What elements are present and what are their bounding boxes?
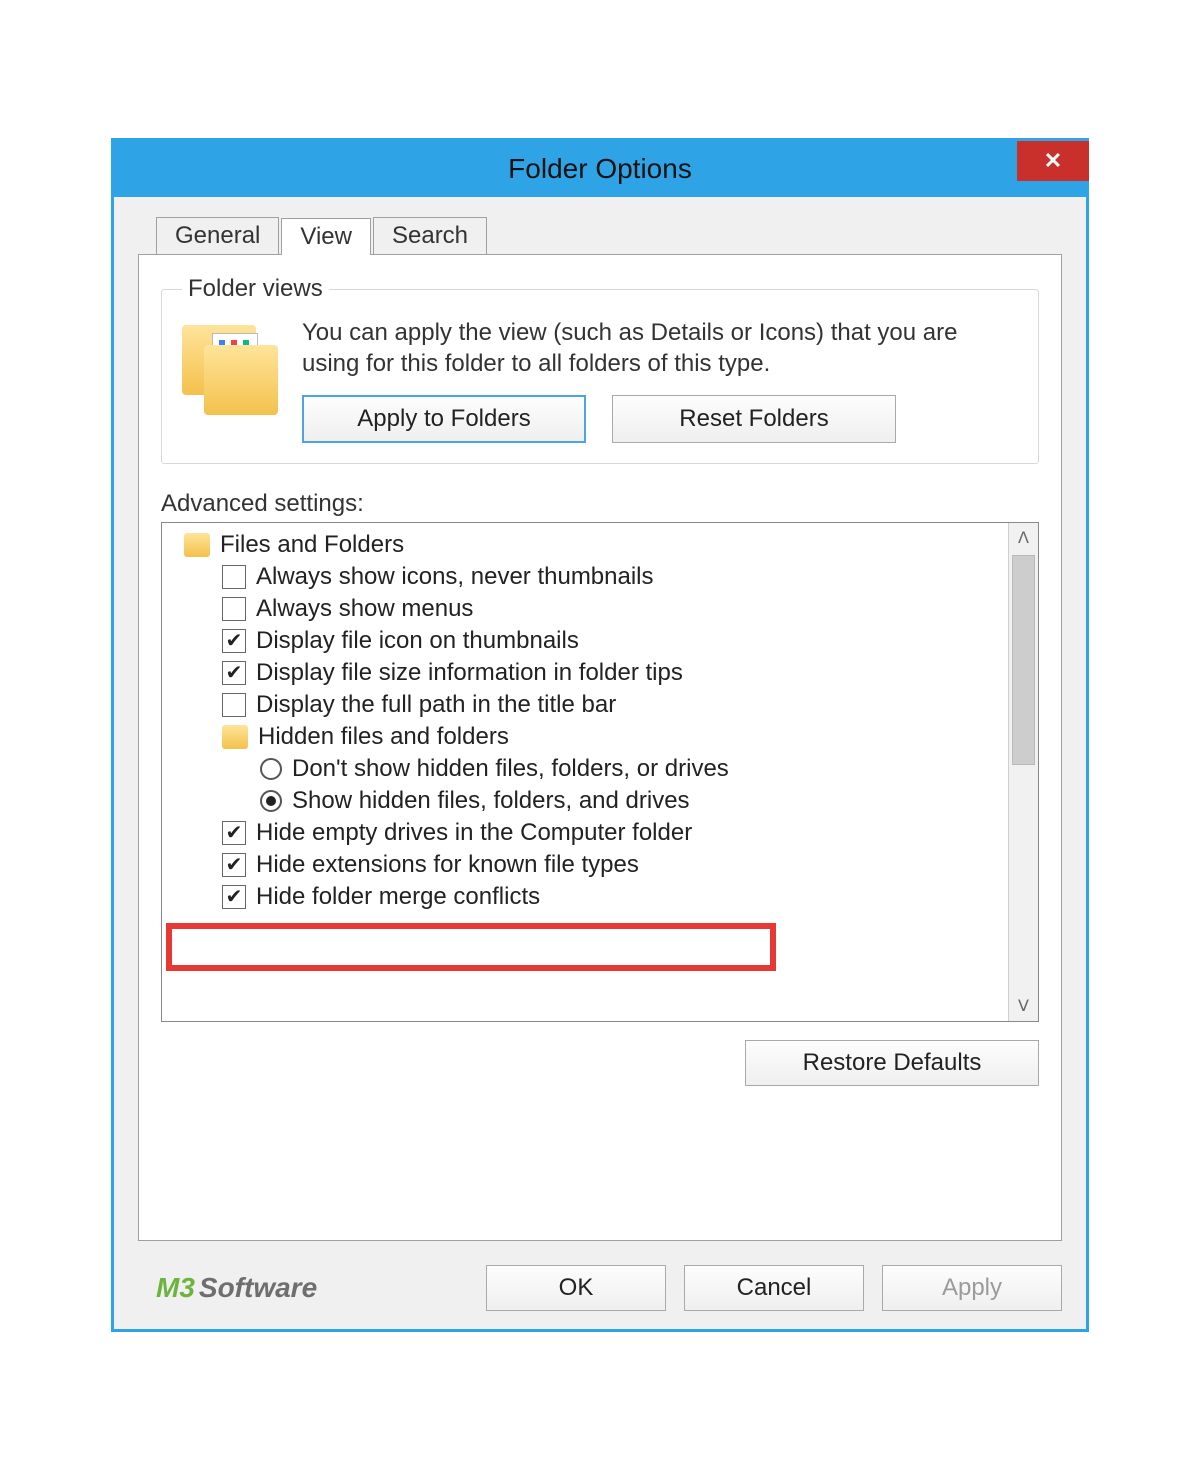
checkbox-unchecked-icon[interactable]	[222, 565, 246, 589]
option-display-file-size[interactable]: ✔ Display file size information in folde…	[166, 657, 1004, 689]
folders-icon	[182, 321, 282, 421]
tree-label: Display file size information in folder …	[256, 659, 683, 687]
window-title: Folder Options	[508, 153, 692, 185]
option-show-hidden[interactable]: Show hidden files, folders, and drives	[166, 785, 1004, 817]
tab-strip: General View Search	[156, 217, 1062, 254]
tree-root-files-folders: Files and Folders	[166, 529, 1004, 561]
advanced-settings-label: Advanced settings:	[161, 490, 1039, 518]
cancel-button[interactable]: Cancel	[684, 1265, 864, 1311]
scroll-up-icon[interactable]: ᐱ	[1009, 523, 1038, 553]
tree-label: Hide folder merge conflicts	[256, 883, 540, 911]
tab-general[interactable]: General	[156, 217, 279, 254]
apply-to-folders-button[interactable]: Apply to Folders	[302, 395, 586, 443]
checkbox-unchecked-icon[interactable]	[222, 693, 246, 717]
checkbox-checked-icon[interactable]: ✔	[222, 661, 246, 685]
folder-icon	[184, 533, 210, 557]
folder-views-group: Folder views You can apply the view (suc…	[161, 275, 1039, 464]
reset-folders-button[interactable]: Reset Folders	[612, 395, 896, 443]
tree-label: Display the full path in the title bar	[256, 691, 616, 719]
tree-label: Files and Folders	[220, 531, 404, 559]
checkbox-unchecked-icon[interactable]	[222, 597, 246, 621]
title-bar: Folder Options ✕	[114, 141, 1086, 197]
option-always-icons[interactable]: Always show icons, never thumbnails	[166, 561, 1004, 593]
option-dont-show-hidden[interactable]: Don't show hidden files, folders, or dri…	[166, 753, 1004, 785]
tab-panel-view: Folder views You can apply the view (suc…	[138, 254, 1062, 1241]
brand-m3: M3	[156, 1272, 195, 1304]
tree-label: Always show icons, never thumbnails	[256, 563, 654, 591]
tree-content: Files and Folders Always show icons, nev…	[162, 523, 1008, 1021]
restore-defaults-button[interactable]: Restore Defaults	[745, 1040, 1039, 1086]
dialog-footer: M3 Software OK Cancel Apply	[114, 1251, 1086, 1329]
brand-watermark: M3 Software	[156, 1272, 317, 1304]
vertical-scrollbar[interactable]: ᐱ ᐯ	[1008, 523, 1038, 1021]
tab-view[interactable]: View	[281, 218, 371, 255]
tree-label: Hide extensions for known file types	[256, 851, 639, 879]
tree-label: Always show menus	[256, 595, 473, 623]
tree-label: Hidden files and folders	[258, 723, 509, 751]
option-display-file-icon[interactable]: ✔ Display file icon on thumbnails	[166, 625, 1004, 657]
checkbox-checked-icon[interactable]: ✔	[222, 885, 246, 909]
close-icon: ✕	[1044, 148, 1062, 174]
option-hide-empty-drives[interactable]: ✔ Hide empty drives in the Computer fold…	[166, 817, 1004, 849]
ok-button[interactable]: OK	[486, 1265, 666, 1311]
tree-label: Don't show hidden files, folders, or dri…	[292, 755, 729, 783]
scroll-thumb[interactable]	[1012, 555, 1035, 765]
option-always-menus[interactable]: Always show menus	[166, 593, 1004, 625]
advanced-settings-tree: Files and Folders Always show icons, nev…	[161, 522, 1039, 1022]
checkbox-checked-icon[interactable]: ✔	[222, 853, 246, 877]
radio-checked-icon[interactable]	[260, 790, 282, 812]
option-hide-extensions[interactable]: ✔ Hide extensions for known file types	[166, 849, 1004, 881]
tree-label: Display file icon on thumbnails	[256, 627, 579, 655]
checkbox-checked-icon[interactable]: ✔	[222, 821, 246, 845]
apply-button[interactable]: Apply	[882, 1265, 1062, 1311]
folder-views-legend: Folder views	[182, 275, 329, 303]
scroll-track[interactable]	[1009, 553, 1038, 991]
folder-icon	[222, 725, 248, 749]
scroll-down-icon[interactable]: ᐯ	[1009, 991, 1038, 1021]
tree-label: Show hidden files, folders, and drives	[292, 787, 690, 815]
radio-unchecked-icon[interactable]	[260, 758, 282, 780]
brand-software: Software	[199, 1272, 317, 1304]
option-hide-merge-conflicts[interactable]: ✔ Hide folder merge conflicts	[166, 881, 1004, 913]
client-area: General View Search Folder views	[114, 197, 1086, 1251]
tab-search[interactable]: Search	[373, 217, 487, 254]
tree-label: Hide empty drives in the Computer folder	[256, 819, 692, 847]
highlight-hide-extensions	[166, 923, 776, 971]
close-button[interactable]: ✕	[1017, 141, 1089, 181]
tree-group-hidden-files: Hidden files and folders	[166, 721, 1004, 753]
folder-options-window: Folder Options ✕ General View Search Fol…	[111, 138, 1089, 1332]
folder-views-description: You can apply the view (such as Details …	[302, 317, 1018, 379]
checkbox-checked-icon[interactable]: ✔	[222, 629, 246, 653]
option-display-full-path[interactable]: Display the full path in the title bar	[166, 689, 1004, 721]
